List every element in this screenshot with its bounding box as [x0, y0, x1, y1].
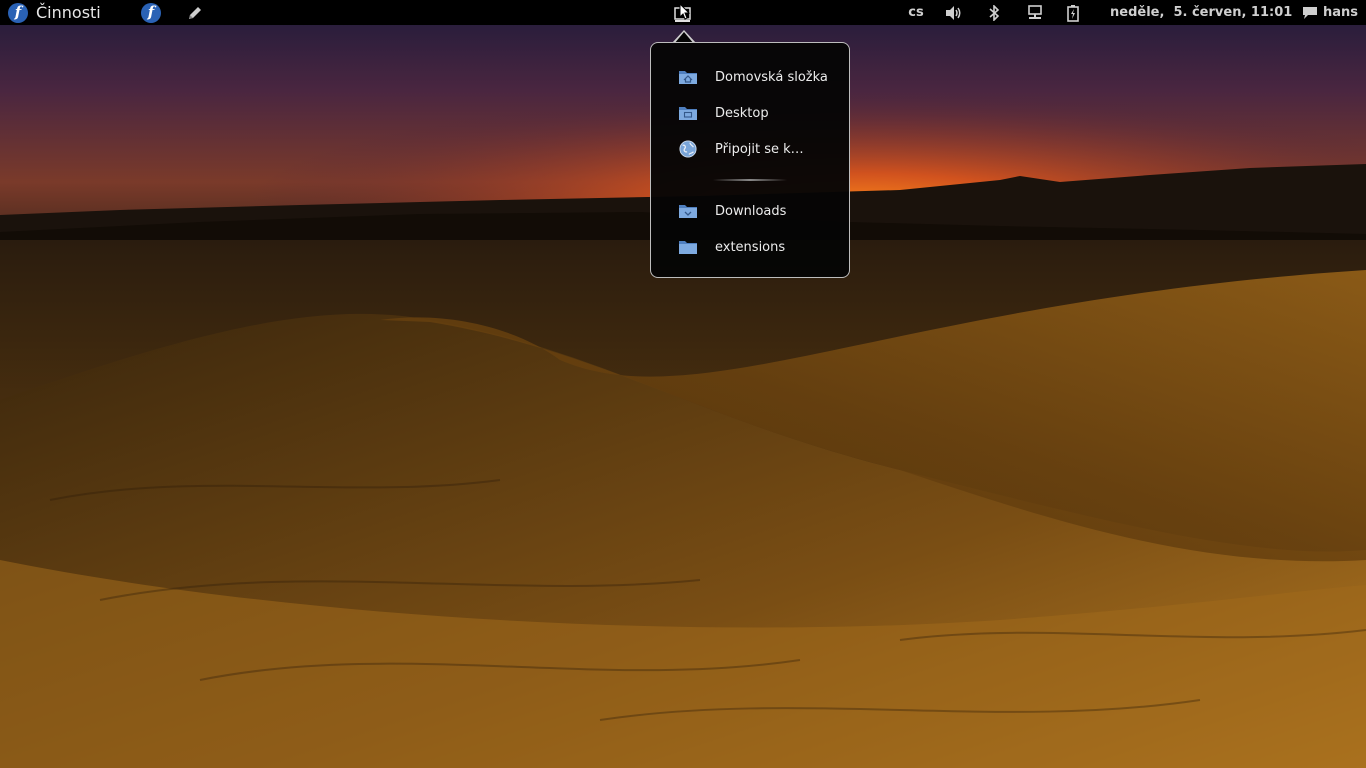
desktop[interactable]: f Činnosti f cs neděle, 5. červen, 11:01… — [0, 0, 1366, 768]
places-menu: Domovská složka Desktop Připojit se k… D… — [650, 42, 850, 278]
desktop-folder-icon — [679, 107, 697, 120]
battery-icon — [1067, 4, 1079, 22]
fedora-logo-icon: f — [141, 2, 161, 23]
menu-separator — [651, 167, 849, 193]
clock-button[interactable]: neděle, 5. červen, 11:01 — [1110, 0, 1292, 25]
keyboard-layout-label: cs — [908, 5, 924, 20]
menu-item-extensions[interactable]: extensions — [651, 229, 849, 265]
menu-item-connect-to-server[interactable]: Připojit se k… — [651, 131, 849, 167]
clock-label: neděle, 5. červen, 11:01 — [1110, 5, 1293, 20]
editor-app-launcher[interactable] — [185, 0, 205, 25]
menu-item-label: Domovská složka — [715, 69, 828, 85]
volume-indicator[interactable] — [944, 0, 964, 25]
menu-item-label: Připojit se k… — [715, 141, 804, 157]
menu-item-downloads[interactable]: Downloads — [651, 193, 849, 229]
folder-icon — [679, 241, 697, 254]
menu-item-label: Downloads — [715, 203, 787, 219]
menu-item-desktop[interactable]: Desktop — [651, 95, 849, 131]
bluetooth-indicator[interactable] — [985, 0, 1003, 25]
battery-indicator[interactable] — [1063, 0, 1083, 25]
fedora-logo-icon: f — [8, 2, 28, 23]
places-folder-icon — [674, 2, 691, 22]
user-menu-button[interactable]: hans — [1302, 0, 1358, 25]
wired-network-icon — [1028, 4, 1042, 19]
menu-item-label: Desktop — [715, 105, 769, 121]
fedora-app-launcher[interactable]: f — [141, 0, 161, 25]
network-indicator[interactable] — [1025, 0, 1045, 25]
menu-item-home-folder[interactable]: Domovská složka — [651, 59, 849, 95]
activities-label: Činnosti — [36, 3, 101, 22]
keyboard-layout-indicator[interactable]: cs — [905, 0, 927, 25]
places-menu-button[interactable] — [672, 0, 694, 25]
bluetooth-icon — [989, 4, 1000, 21]
pencil-icon — [189, 6, 201, 19]
user-name-label: hans — [1323, 5, 1359, 20]
speaker-icon — [946, 5, 961, 20]
top-panel: f Činnosti f cs neděle, 5. červen, 11:01… — [0, 0, 1366, 25]
chat-bubble-icon — [1303, 6, 1317, 19]
home-folder-icon — [679, 71, 697, 84]
globe-icon — [679, 140, 697, 158]
activities-button[interactable]: f Činnosti — [8, 0, 101, 25]
menu-item-label: extensions — [715, 239, 786, 255]
downloads-folder-icon — [679, 205, 697, 218]
